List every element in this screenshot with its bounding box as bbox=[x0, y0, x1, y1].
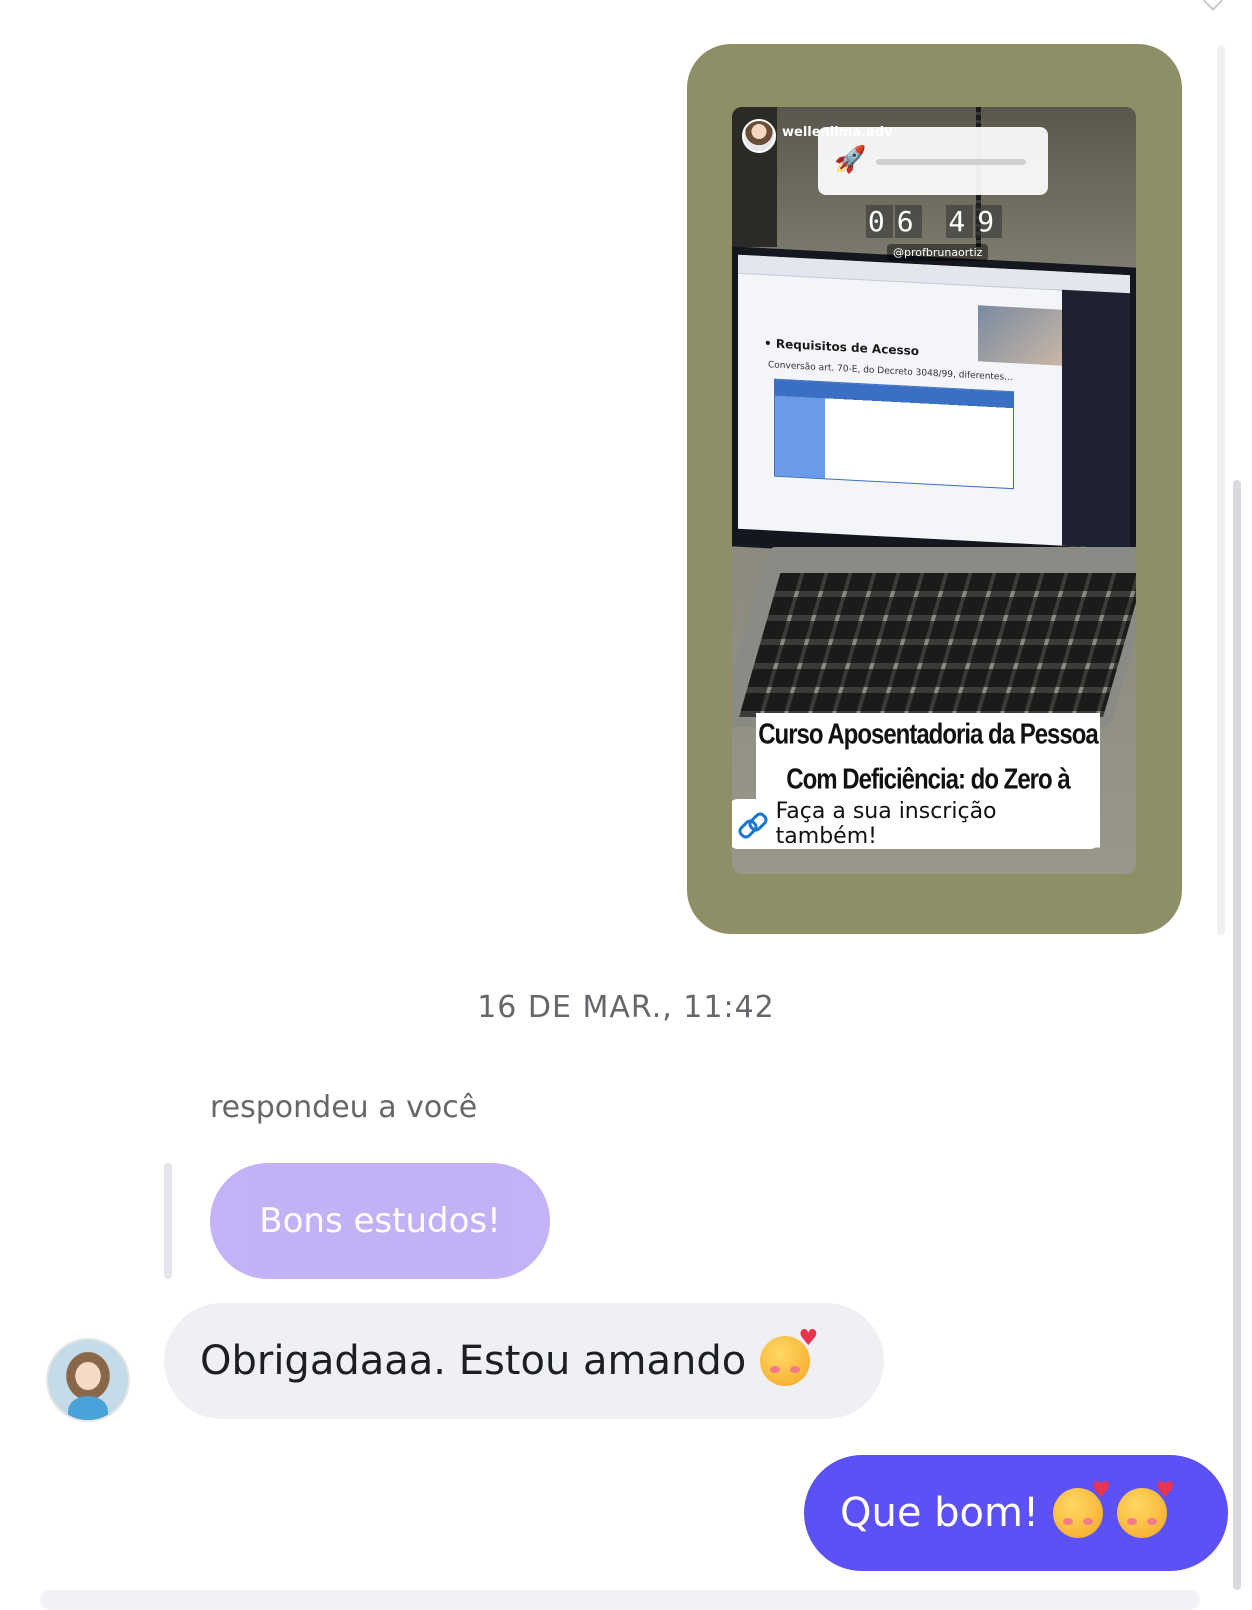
rocket-icon: 🚀 bbox=[834, 145, 867, 175]
screen-content: • Requisitos de Acesso Conversão art. 70… bbox=[738, 254, 1130, 550]
smiling-face-with-hearts-icon bbox=[1053, 1478, 1111, 1538]
link-icon bbox=[740, 812, 764, 836]
countdown-digit: 4 bbox=[946, 205, 974, 238]
incoming-message-text: Obrigadaaa. Estou amando bbox=[200, 1338, 747, 1384]
outgoing-message-text: Que bom! bbox=[840, 1490, 1040, 1536]
course-title-line1: Curso Aposentadoria da Pessoa bbox=[758, 718, 1099, 751]
countdown-digit: 9 bbox=[975, 205, 1003, 238]
quoted-message-text: Bons estudos! bbox=[259, 1201, 501, 1241]
scrollbar-thumb[interactable] bbox=[1233, 480, 1241, 1590]
webcam-feed bbox=[978, 305, 1062, 366]
corner-indicator bbox=[1203, 0, 1223, 11]
smiling-face-with-hearts-icon bbox=[1117, 1478, 1175, 1538]
countdown-timer: 06 49 bbox=[732, 205, 1136, 238]
outgoing-message-bubble[interactable]: Que bom! bbox=[804, 1455, 1228, 1571]
quoted-message-bubble[interactable]: Bons estudos! bbox=[210, 1163, 550, 1279]
mention-tag: @profbrunaortiz bbox=[887, 244, 989, 261]
slide-title: • Requisitos de Acesso bbox=[764, 336, 920, 359]
smiling-face-with-hearts-icon bbox=[760, 1326, 818, 1386]
link-sticker[interactable]: Faça a sua inscrição também! bbox=[732, 799, 1100, 849]
laptop-keyboard bbox=[732, 547, 1136, 727]
incoming-message-bubble[interactable]: Obrigadaaa. Estou amando bbox=[164, 1303, 884, 1419]
reply-indicator-bar bbox=[164, 1163, 172, 1279]
laptop-screen: • Requisitos de Acesso Conversão art. 70… bbox=[732, 246, 1136, 568]
keyboard-keys bbox=[739, 573, 1136, 717]
slider-sticker: 🚀 bbox=[818, 127, 1048, 195]
link-sticker-text: Faça a sua inscrição também! bbox=[775, 799, 997, 849]
countdown-digit: 6 bbox=[894, 205, 922, 238]
lesson-side-panel bbox=[1062, 289, 1130, 550]
slide-table bbox=[774, 378, 1014, 490]
countdown-digit: 0 bbox=[865, 205, 893, 238]
message-timestamp: 16 DE MAR., 11:42 bbox=[477, 990, 775, 1025]
reply-context-label: respondeu a você bbox=[210, 1090, 478, 1125]
scrollbar-track[interactable] bbox=[1217, 45, 1225, 935]
contact-avatar[interactable] bbox=[46, 1338, 130, 1422]
message-composer[interactable] bbox=[40, 1590, 1200, 1610]
shared-story-card[interactable]: • Requisitos de Acesso Conversão art. 70… bbox=[687, 44, 1182, 934]
story-author-avatar bbox=[742, 119, 776, 153]
slider-track bbox=[876, 159, 1026, 165]
story-image: • Requisitos de Acesso Conversão art. 70… bbox=[732, 107, 1136, 874]
